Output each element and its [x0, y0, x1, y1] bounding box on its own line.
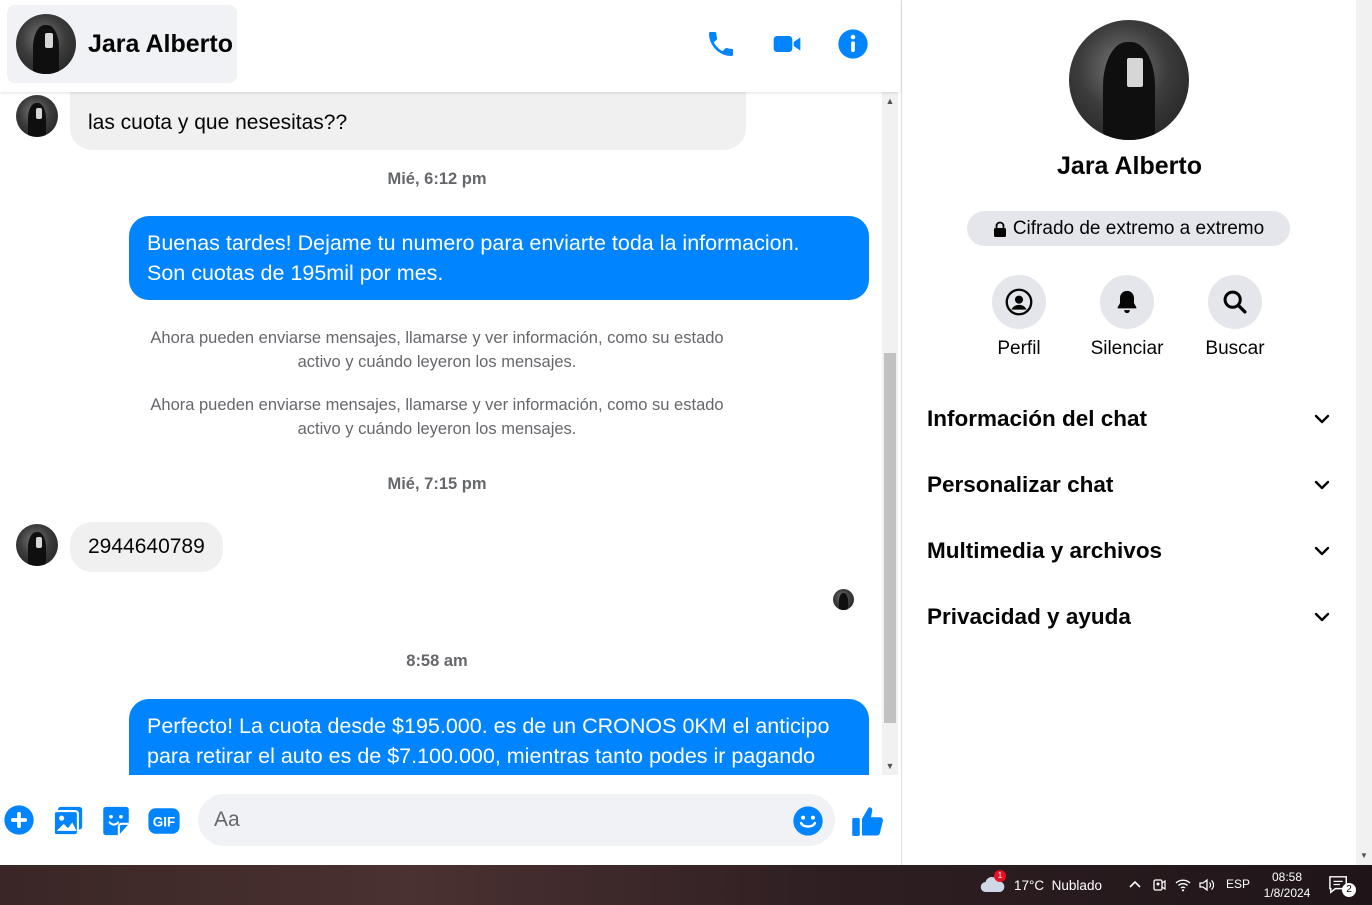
weather-widget[interactable]: 1 17°C Nublado — [980, 870, 1102, 897]
message-timestamp: 8:58 am — [406, 652, 468, 670]
windows-taskbar: 1 17°C Nublado ESP 08:58 1/8/2024 2 — [0, 865, 1372, 905]
chevron-down-icon — [1314, 480, 1330, 490]
lock-icon — [993, 221, 1006, 237]
message-timestamp: Mié, 6:12 pm — [387, 170, 487, 188]
search-icon[interactable] — [1208, 275, 1262, 329]
phone-icon[interactable] — [705, 28, 737, 60]
scrollbar-thumb[interactable] — [884, 353, 896, 723]
add-icon[interactable] — [3, 804, 35, 836]
system-notice: Ahora pueden enviarse mensajes, llamarse… — [110, 326, 764, 374]
conversation-details-panel: Jara Alberto Cifrado de extremo a extrem… — [901, 0, 1356, 865]
gif-icon[interactable]: GIF — [147, 804, 181, 838]
system-clock[interactable]: 08:58 1/8/2024 — [1256, 869, 1318, 901]
message-composer: GIF — [0, 775, 900, 865]
search-action-label: Buscar — [1205, 338, 1265, 359]
speaker-icon[interactable] — [1198, 876, 1216, 894]
chat-header: Jara Alberto — [0, 0, 900, 92]
contact-header-button[interactable]: Jara Alberto — [7, 5, 237, 83]
message-input[interactable] — [198, 794, 835, 846]
scroll-down-arrow[interactable]: ▼ — [882, 759, 898, 773]
message-text: Buenas tardes! Dejame tu numero para env… — [147, 231, 800, 255]
profile-avatar — [1069, 20, 1189, 140]
encryption-badge[interactable]: Cifrado de extremo a extremo — [967, 211, 1290, 246]
info-icon[interactable] — [837, 28, 869, 60]
weather-text: 17°C Nublado — [1014, 877, 1102, 893]
clock-time: 08:58 — [1271, 870, 1303, 884]
seen-receipt-avatar — [833, 589, 854, 610]
outgoing-message-bubble[interactable]: Buenas tardes! Dejame tu numero para env… — [129, 216, 869, 300]
section-label: Personalizar chat — [927, 472, 1114, 497]
notification-center-icon[interactable]: 2 — [1328, 875, 1356, 897]
system-notice: Ahora pueden enviarse mensajes, llamarse… — [110, 393, 764, 441]
sender-avatar — [16, 524, 58, 566]
notification-count-badge: 2 — [1342, 883, 1356, 897]
profile-action-label: Perfil — [997, 338, 1041, 359]
search-action[interactable]: Buscar — [1180, 275, 1290, 360]
incoming-message-bubble[interactable]: las cuota y que nesesitas?? — [70, 92, 746, 150]
chevron-down-icon — [1314, 414, 1330, 424]
system-notice-text: Ahora pueden enviarse mensajes, llamarse… — [150, 396, 724, 414]
chat-pane: Jara Alberto las cuota y que nesesitas??… — [0, 0, 900, 865]
weather-alert-badge: 1 — [994, 870, 1006, 882]
contact-avatar — [16, 14, 76, 74]
thumbs-up-icon[interactable] — [850, 803, 886, 839]
section-privacy-help[interactable]: Privacidad y ayuda — [927, 597, 1332, 637]
incoming-message-row: las cuota y que nesesitas?? — [16, 92, 746, 150]
system-notice-text: activo y cuándo leyeron los mensajes. — [297, 353, 577, 371]
cloud-icon: 1 — [980, 870, 1006, 895]
language-indicator[interactable]: ESP — [1226, 877, 1250, 891]
profile-icon[interactable] — [992, 275, 1046, 329]
chevron-down-icon — [1314, 546, 1330, 556]
gif-label: GIF — [153, 815, 175, 830]
section-chat-info[interactable]: Información del chat — [927, 399, 1332, 439]
contact-name: Jara Alberto — [88, 29, 233, 58]
chevron-up-icon[interactable] — [1126, 876, 1144, 894]
encryption-label: Cifrado de extremo a extremo — [1012, 217, 1265, 239]
system-notice-text: activo y cuándo leyeron los mensajes. — [297, 420, 577, 438]
section-label: Privacidad y ayuda — [927, 604, 1131, 629]
sticker-icon[interactable] — [99, 804, 133, 838]
section-media-files[interactable]: Multimedia y archivos — [927, 531, 1332, 571]
outgoing-message-bubble[interactable]: Perfecto! La cuota desde $195.000. es de… — [129, 699, 869, 775]
section-customize-chat[interactable]: Personalizar chat — [927, 465, 1332, 505]
mute-action-label: Silenciar — [1090, 338, 1164, 359]
emoji-icon[interactable] — [792, 805, 824, 837]
message-list[interactable]: las cuota y que nesesitas?? Mié, 6:12 pm… — [0, 92, 882, 775]
chevron-down-icon — [1314, 612, 1330, 622]
message-text: las cuota y que nesesitas?? — [88, 111, 348, 134]
video-camera-icon[interactable] — [771, 28, 803, 60]
bell-icon[interactable] — [1100, 275, 1154, 329]
sender-avatar — [16, 95, 58, 137]
incoming-message-bubble[interactable]: 2944640789 — [70, 522, 223, 572]
mute-action[interactable]: Silenciar — [1072, 275, 1182, 360]
image-icon[interactable] — [51, 804, 85, 838]
section-label: Información del chat — [927, 406, 1148, 431]
message-text: Son cuotas de 195mil por mes. — [147, 261, 444, 285]
section-label: Multimedia y archivos — [927, 538, 1163, 563]
profile-name: Jara Alberto — [1057, 152, 1202, 180]
incoming-message-row: 2944640789 — [16, 522, 223, 572]
message-timestamp: Mié, 7:15 pm — [387, 475, 487, 493]
system-notice-text: Ahora pueden enviarse mensajes, llamarse… — [150, 329, 724, 347]
message-text: Perfecto! La cuota desde $195.000. es de… — [147, 714, 830, 738]
meet-now-icon[interactable] — [1150, 876, 1168, 894]
message-text: para retirar el auto es de $7.100.000, m… — [147, 744, 816, 768]
profile-action[interactable]: Perfil — [964, 275, 1074, 360]
wifi-icon[interactable] — [1174, 876, 1192, 894]
message-scrollbar[interactable]: ▲ ▼ — [882, 92, 898, 775]
message-text: 2944640789 — [88, 535, 205, 558]
scroll-up-arrow[interactable]: ▲ — [882, 94, 898, 108]
clock-date: 1/8/2024 — [1263, 886, 1311, 900]
scroll-down-arrow[interactable]: ▼ — [1356, 849, 1372, 863]
page-scrollbar[interactable]: ▼ — [1356, 0, 1372, 865]
